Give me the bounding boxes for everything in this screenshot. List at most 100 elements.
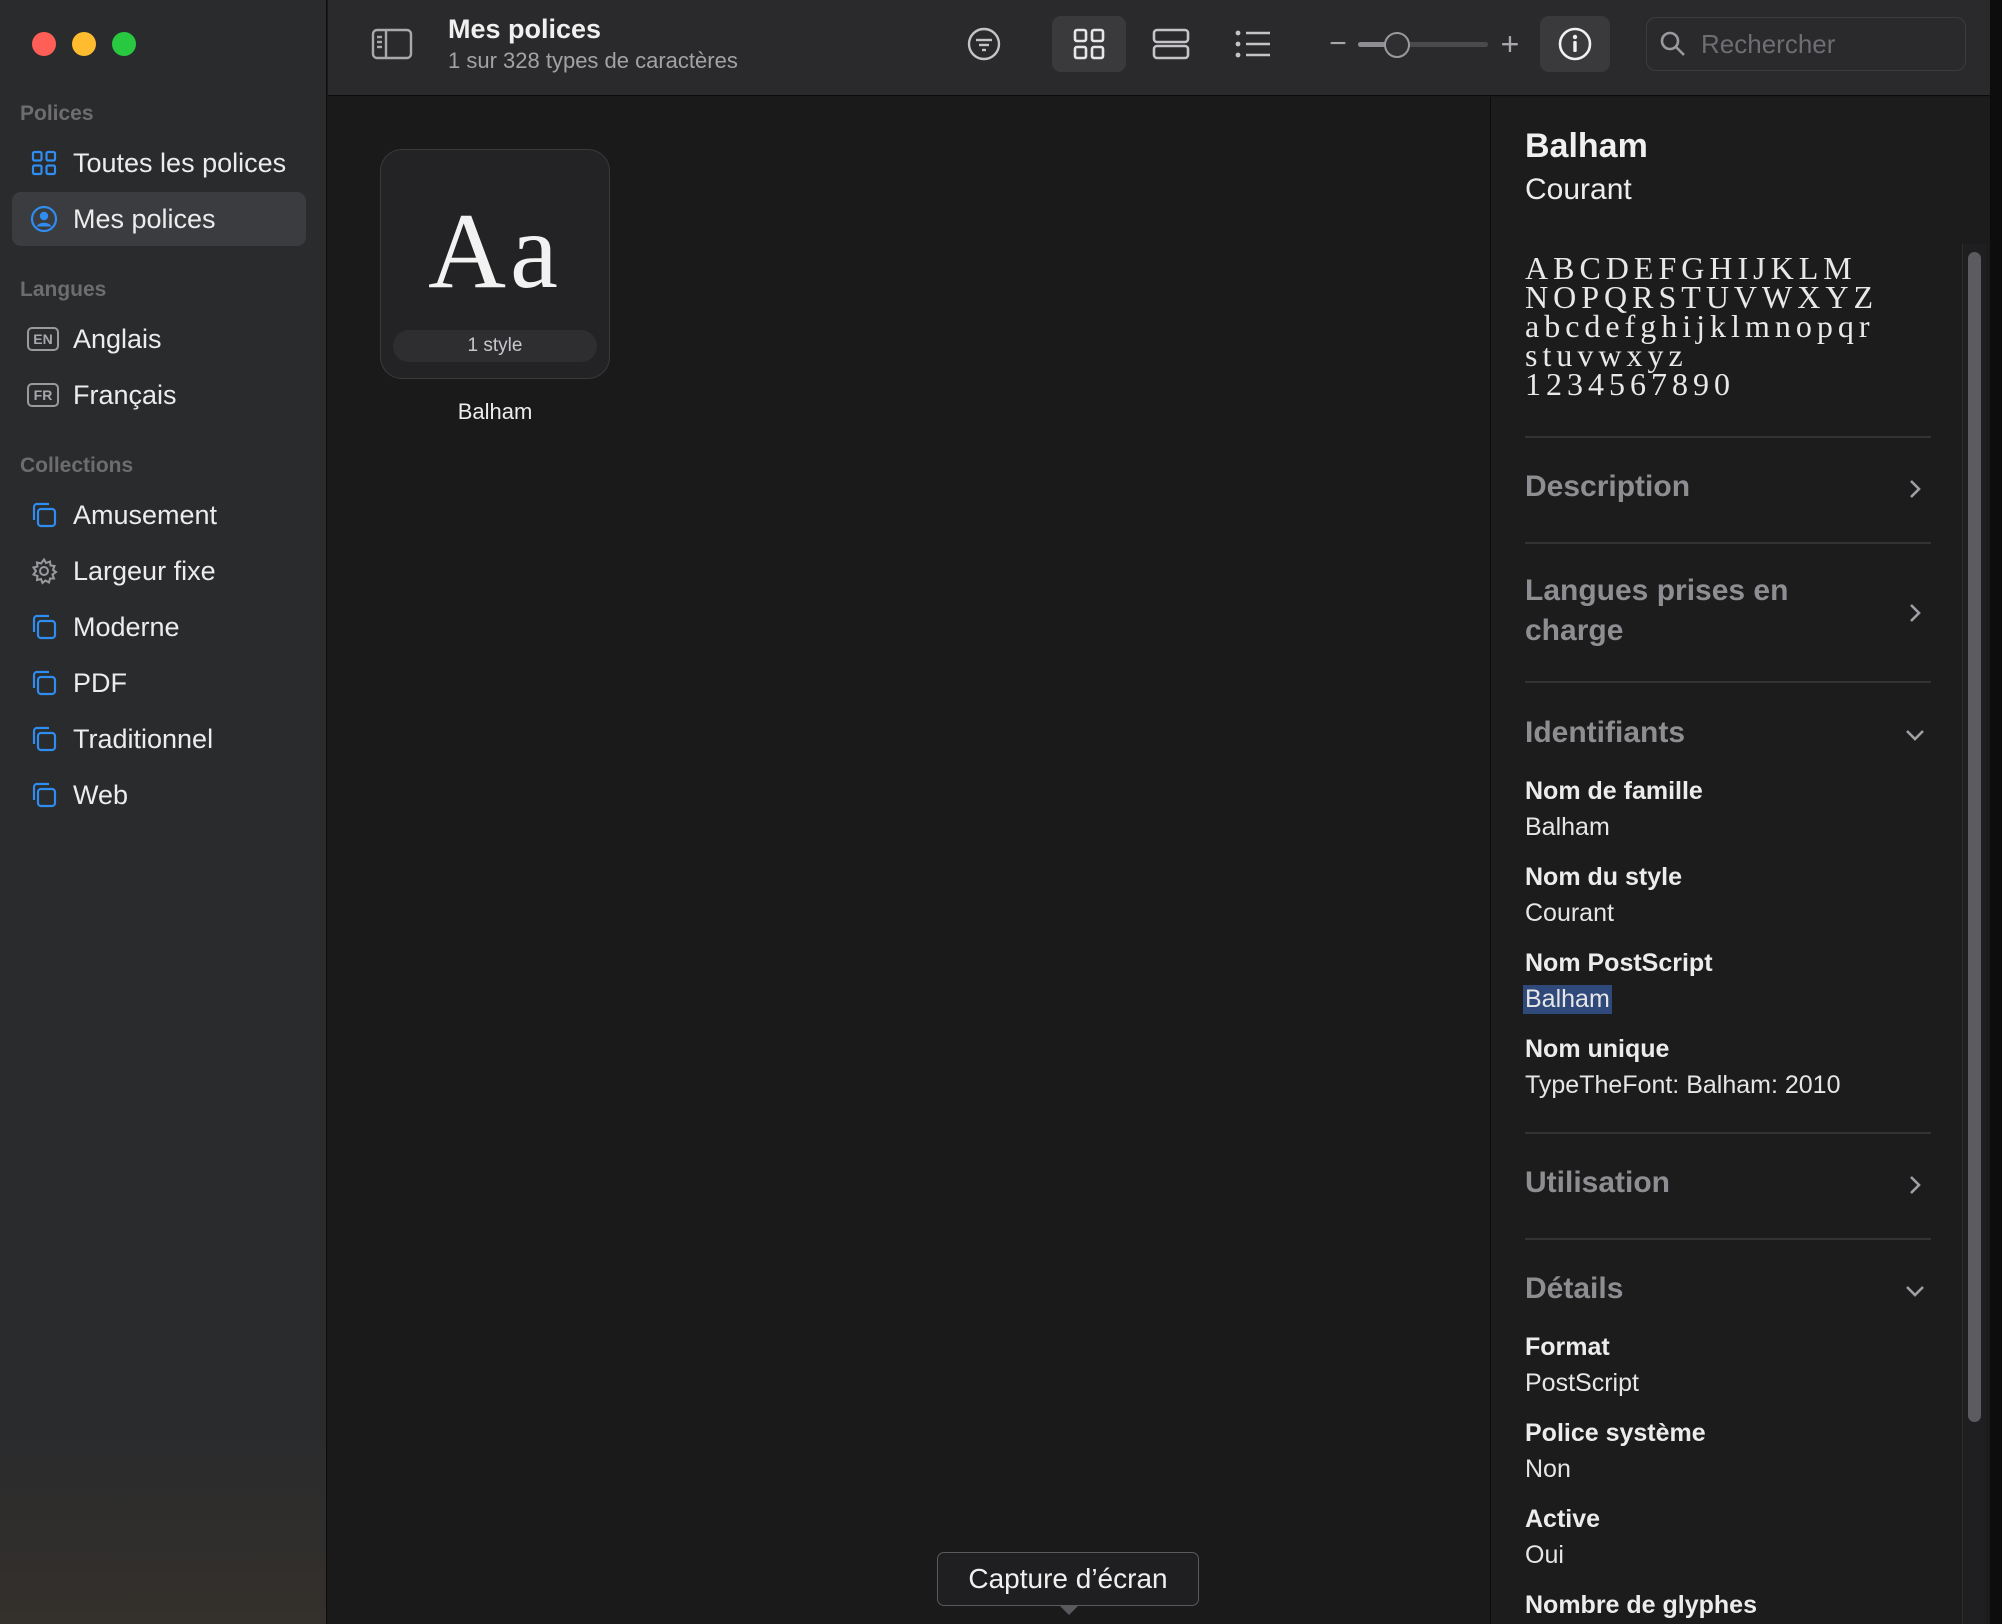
gear-icon bbox=[29, 556, 59, 586]
sidebar-item-label: Mes polices bbox=[73, 203, 216, 234]
filter-button[interactable] bbox=[960, 20, 1008, 68]
zoom-out-button[interactable]: − bbox=[1322, 24, 1354, 64]
sidebar-item-label: Traditionnel bbox=[73, 723, 214, 754]
info-font-family: Balham bbox=[1525, 127, 1648, 165]
collection-icon bbox=[29, 500, 59, 530]
collection-icon bbox=[29, 612, 59, 642]
field-value-active: Oui bbox=[1525, 1541, 1564, 1569]
section-details-header[interactable]: Détails bbox=[1525, 1269, 1931, 1309]
info-panel: Balham Courant ABCDEFGHIJKLM NOPQRSTUVWX… bbox=[1490, 97, 1990, 1624]
font-grid: Aa 1 style Balham bbox=[328, 97, 1490, 1624]
field-value-unique-name: TypeTheFont: Balham: 2010 bbox=[1525, 1071, 1841, 1099]
sidebar-item-label: Moderne bbox=[73, 611, 180, 642]
tooltip-tail bbox=[1059, 1605, 1079, 1615]
search-input[interactable] bbox=[1701, 28, 1961, 60]
sidebar-item-label: Anglais bbox=[73, 323, 162, 354]
sidebar-item-label: Français bbox=[73, 379, 177, 410]
sidebar-item-label: Largeur fixe bbox=[73, 555, 216, 586]
collection-icon bbox=[29, 668, 59, 698]
chevron-right-icon[interactable] bbox=[1903, 1173, 1927, 1197]
toggle-sidebar-button[interactable] bbox=[366, 22, 418, 66]
field-label-unique-name: Nom unique bbox=[1525, 1035, 1670, 1063]
divider bbox=[1525, 436, 1931, 438]
field-label-active: Active bbox=[1525, 1505, 1601, 1533]
grid-view-button[interactable] bbox=[1052, 16, 1126, 72]
font-sample-preview: Aa bbox=[428, 192, 562, 311]
collection-icon bbox=[29, 724, 59, 754]
screenshot-tooltip: Capture d’écran bbox=[937, 1552, 1199, 1606]
sidebar-item-french[interactable]: FR Français bbox=[12, 368, 306, 422]
window-title: Mes polices bbox=[448, 14, 602, 44]
field-value-postscript-name[interactable]: Balham bbox=[1523, 985, 1612, 1014]
close-window-button[interactable] bbox=[32, 32, 56, 56]
sidebar-item-traditional[interactable]: Traditionnel bbox=[12, 712, 306, 766]
chevron-right-icon[interactable] bbox=[1903, 477, 1927, 501]
minimize-window-button[interactable] bbox=[72, 32, 96, 56]
sidebar-item-my-fonts[interactable]: Mes polices bbox=[12, 192, 306, 246]
field-label-family-name: Nom de famille bbox=[1525, 777, 1703, 805]
font-book-window: Polices Toutes les polices Mes polices L… bbox=[0, 0, 2002, 1624]
sidebar-item-web[interactable]: Web bbox=[12, 768, 306, 822]
section-usage-header[interactable]: Utilisation bbox=[1525, 1163, 1931, 1203]
sidebar-item-label: Toutes les polices bbox=[73, 147, 287, 178]
sidebar-section-collections: Collections bbox=[20, 454, 134, 477]
sidebar-item-label: Web bbox=[73, 779, 129, 810]
fr-badge-icon: FR bbox=[27, 380, 59, 410]
info-font-style: Courant bbox=[1525, 173, 1632, 206]
chevron-right-icon[interactable] bbox=[1903, 601, 1927, 625]
window-subtitle: 1 sur 328 types de caractères bbox=[448, 48, 738, 73]
size-slider-knob[interactable] bbox=[1384, 32, 1410, 58]
sidebar-toggle-icon bbox=[371, 28, 413, 60]
glyph-preview-digits: 1234567890 bbox=[1525, 366, 1735, 402]
sidebar-item-all-fonts[interactable]: Toutes les polices bbox=[12, 136, 306, 190]
sidebar-item-english[interactable]: EN Anglais bbox=[12, 312, 306, 366]
grid-icon bbox=[29, 148, 59, 178]
style-count-badge: 1 style bbox=[393, 330, 597, 362]
field-label-glyph-count: Nombre de glyphes bbox=[1525, 1591, 1757, 1619]
info-icon bbox=[1558, 27, 1592, 61]
grid-view-icon bbox=[1073, 28, 1105, 60]
sidebar-section-fonts: Polices bbox=[20, 102, 94, 125]
section-languages-header[interactable]: Langues prises en charge bbox=[1525, 571, 1855, 651]
field-value-style-name: Courant bbox=[1525, 899, 1614, 927]
sidebar-item-modern[interactable]: Moderne bbox=[12, 600, 306, 654]
info-button[interactable] bbox=[1540, 16, 1610, 72]
sidebar-section-languages: Langues bbox=[20, 278, 107, 301]
sidebar-item-pdf[interactable]: PDF bbox=[12, 656, 306, 710]
chevron-down-icon[interactable] bbox=[1903, 1279, 1927, 1303]
divider bbox=[1525, 1238, 1931, 1240]
size-slider[interactable] bbox=[1358, 42, 1488, 47]
divider bbox=[1525, 1132, 1931, 1134]
field-label-postscript-name: Nom PostScript bbox=[1525, 949, 1713, 977]
sidebar-item-label: Amusement bbox=[73, 499, 218, 530]
en-badge-icon: EN bbox=[27, 324, 59, 354]
section-identifiers-header[interactable]: Identifiants bbox=[1525, 713, 1931, 753]
section-description-header[interactable]: Description bbox=[1525, 467, 1931, 507]
search-field[interactable] bbox=[1646, 17, 1966, 71]
strip-view-icon bbox=[1152, 28, 1190, 60]
zoom-window-button[interactable] bbox=[112, 32, 136, 56]
sidebar: Polices Toutes les polices Mes polices L… bbox=[0, 0, 327, 1624]
scrollbar-thumb[interactable] bbox=[1968, 252, 1981, 1422]
list-view-icon bbox=[1235, 30, 1270, 58]
field-label-format: Format bbox=[1525, 1333, 1610, 1361]
collection-icon bbox=[29, 780, 59, 810]
zoom-in-button[interactable]: + bbox=[1494, 24, 1526, 64]
search-icon bbox=[1660, 31, 1685, 56]
divider bbox=[1525, 681, 1931, 683]
filter-icon bbox=[967, 27, 1001, 61]
field-value-system-font: Non bbox=[1525, 1455, 1571, 1483]
list-view-button[interactable] bbox=[1216, 16, 1290, 72]
font-card-name: Balham bbox=[457, 399, 533, 424]
field-value-format: PostScript bbox=[1525, 1369, 1639, 1397]
info-scrollbar[interactable] bbox=[1962, 244, 1986, 1624]
sidebar-item-label: PDF bbox=[73, 667, 127, 698]
font-card[interactable]: Aa 1 style bbox=[380, 149, 610, 379]
strip-view-button[interactable] bbox=[1134, 16, 1208, 72]
chevron-down-icon[interactable] bbox=[1903, 723, 1927, 747]
sidebar-item-amusement[interactable]: Amusement bbox=[12, 488, 306, 542]
divider bbox=[1525, 542, 1931, 544]
sidebar-item-fixed-width[interactable]: Largeur fixe bbox=[12, 544, 306, 598]
field-label-style-name: Nom du style bbox=[1525, 863, 1682, 891]
window-edge bbox=[1990, 0, 2002, 1624]
